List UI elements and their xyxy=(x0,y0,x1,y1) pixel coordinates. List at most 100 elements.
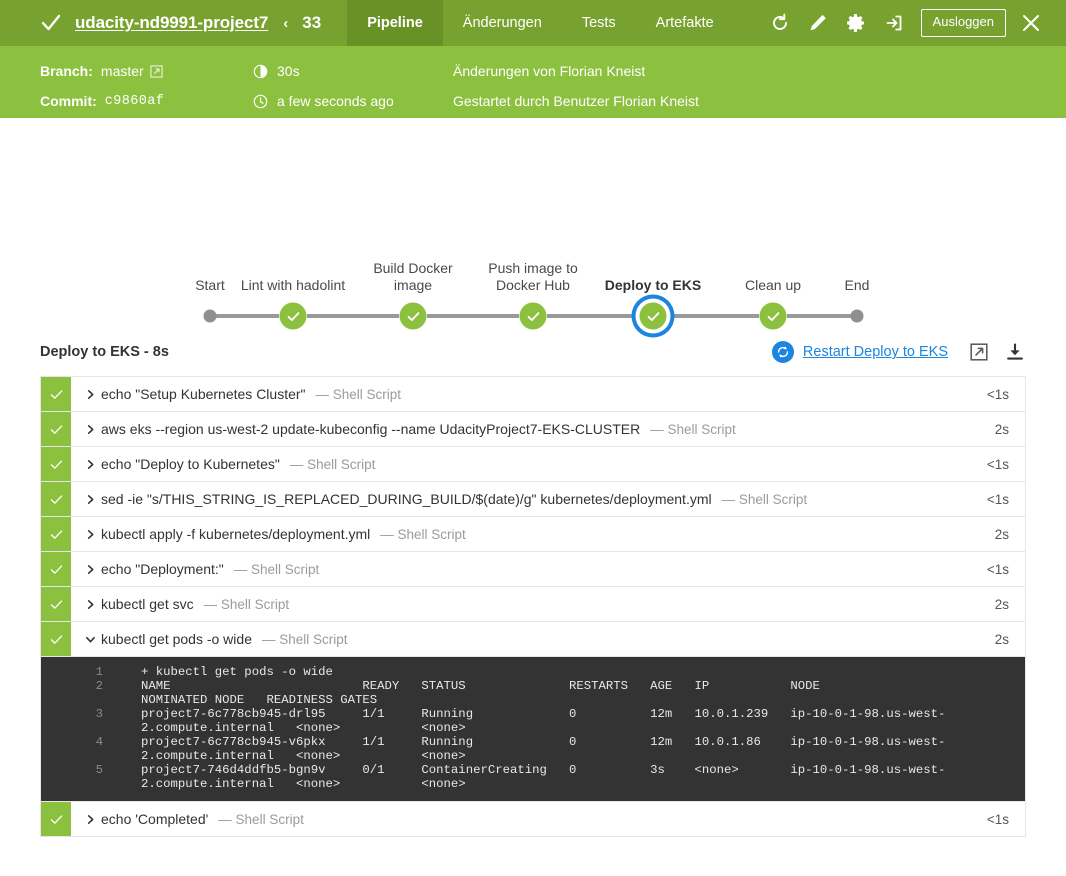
console-line-text: + kubectl get pods -o wide xyxy=(141,665,333,679)
run-meta-row-commit: Commit: c9860af a few seconds ago Gestar… xyxy=(40,86,1066,116)
step-type-label: — Shell Script xyxy=(261,631,348,647)
step-body[interactable]: echo "Setup Kubernetes Cluster" — Shell S… xyxy=(71,377,977,411)
started-by-text: Gestartet durch Benutzer Florian Kneist xyxy=(453,93,699,109)
chevron-right-icon[interactable] xyxy=(85,389,101,400)
step-command: kubectl get pods -o wide xyxy=(101,631,252,647)
close-icon[interactable] xyxy=(1012,0,1050,46)
stage-steps-section: Deploy to EKS - 8s Restart Deploy to EKS xyxy=(0,336,1066,837)
chevron-right-icon[interactable] xyxy=(85,599,101,610)
graph-node-stage[interactable] xyxy=(279,302,307,330)
top-bar: udacity-nd9991-project7 ‹ 33 Pipeline Än… xyxy=(0,0,1066,46)
step-command: sed -ie "s/THIS_STRING_IS_REPLACED_DURIN… xyxy=(101,491,712,507)
step-row[interactable]: kubectl get pods -o wide — Shell Script 2s xyxy=(41,621,1025,656)
tab-bar: Pipeline Änderungen Tests Artefakte xyxy=(347,0,734,46)
edit-icon[interactable] xyxy=(799,0,837,46)
graph-edge xyxy=(216,314,279,318)
gear-icon[interactable] xyxy=(837,0,875,46)
run-title-link[interactable]: udacity-nd9991-project7 xyxy=(75,13,268,33)
step-body[interactable]: echo "Deployment:" — Shell Script xyxy=(71,552,977,586)
step-command: aws eks --region us-west-2 update-kubeco… xyxy=(101,421,641,437)
graph-node-stage[interactable] xyxy=(759,302,787,330)
step-type-label: — Shell Script xyxy=(218,811,304,827)
step-body[interactable]: kubectl get svc — Shell Script xyxy=(71,587,985,621)
console-line-number: 5 xyxy=(95,763,103,777)
console-line-number: 4 xyxy=(95,735,103,749)
step-body[interactable]: aws eks --region us-west-2 update-kubeco… xyxy=(71,412,985,446)
graph-edge xyxy=(427,314,519,318)
duration-icon xyxy=(253,64,268,79)
console-line: 3 project7-6c778cb945-drl95 1/1 Running 0… xyxy=(41,707,1025,735)
step-row[interactable]: echo 'Completed' — Shell Script <1s xyxy=(41,801,1025,836)
step-duration: 2s xyxy=(994,596,1009,612)
graph-node-stage[interactable] xyxy=(399,302,427,330)
download-icon[interactable] xyxy=(1004,341,1026,363)
top-bar-actions: Ausloggen xyxy=(761,0,1066,46)
step-command: kubectl apply -f kubernetes/deployment.y… xyxy=(101,526,371,542)
prev-run-chevron-icon[interactable]: ‹ xyxy=(283,15,288,32)
console-line: 5 project7-746d4ddfb5-bgn9v 0/1 Container… xyxy=(41,763,1025,791)
step-command: echo "Setup Kubernetes Cluster" xyxy=(101,386,306,402)
step-status-check-icon xyxy=(41,587,71,621)
chevron-right-icon[interactable] xyxy=(85,564,101,575)
duration-value: 30s xyxy=(277,63,300,79)
graph-node-stage[interactable] xyxy=(519,302,547,330)
step-body[interactable]: echo "Deploy to Kubernetes" — Shell Scrip… xyxy=(71,447,977,481)
chevron-right-icon[interactable] xyxy=(85,424,101,435)
commit-field: Commit: c9860af xyxy=(40,93,253,109)
console-line-text: project7-6c778cb945-drl95 1/1 Running 0 … xyxy=(141,707,946,735)
step-row[interactable]: echo "Setup Kubernetes Cluster" — Shell S… xyxy=(41,376,1025,411)
step-console-output[interactable]: 1 + kubectl get pods -o wide 2 NAME READY S… xyxy=(41,656,1025,801)
restart-stage-link[interactable]: Restart Deploy to EKS xyxy=(803,344,948,360)
external-link-icon[interactable] xyxy=(968,341,990,363)
rerun-icon[interactable] xyxy=(761,0,799,46)
step-command: echo "Deployment:" xyxy=(101,561,224,577)
step-status-check-icon xyxy=(41,412,71,446)
chevron-right-icon[interactable] xyxy=(85,494,101,505)
step-body[interactable]: echo 'Completed' — Shell Script xyxy=(71,802,977,836)
stage-title: Deploy to EKS - 8s xyxy=(40,344,169,360)
step-status-check-icon xyxy=(41,482,71,516)
tab-changes[interactable]: Änderungen xyxy=(443,0,562,46)
commit-label: Commit: xyxy=(40,93,97,109)
logout-button[interactable]: Ausloggen xyxy=(920,9,1006,37)
commit-value: c9860af xyxy=(104,93,165,109)
graph-edge xyxy=(307,314,399,318)
step-body[interactable]: kubectl apply -f kubernetes/deployment.y… xyxy=(71,517,985,551)
graph-node-stage[interactable] xyxy=(639,302,667,330)
step-row[interactable]: echo "Deployment:" — Shell Script <1s xyxy=(41,551,1025,586)
step-command: echo "Deploy to Kubernetes" xyxy=(101,456,280,472)
clock-icon xyxy=(253,94,268,109)
step-body[interactable]: kubectl get pods -o wide — Shell Script xyxy=(71,622,985,656)
steps-list: echo "Setup Kubernetes Cluster" — Shell S… xyxy=(40,376,1026,837)
restart-icon[interactable] xyxy=(771,341,794,363)
chevron-right-icon[interactable] xyxy=(85,459,101,470)
branch-label: Branch: xyxy=(40,63,93,79)
step-body[interactable]: sed -ie "s/THIS_STRING_IS_REPLACED_DURIN… xyxy=(71,482,977,516)
chevron-right-icon[interactable] xyxy=(85,529,101,540)
step-type-label: — Shell Script xyxy=(233,561,320,577)
graph-edge xyxy=(787,314,851,318)
step-duration: 2s xyxy=(994,631,1009,647)
chevron-down-icon[interactable] xyxy=(85,634,101,645)
stage-steps-header: Deploy to EKS - 8s Restart Deploy to EKS xyxy=(40,336,1026,368)
branch-external-link-icon[interactable] xyxy=(150,64,163,78)
run-number: 33 xyxy=(302,13,322,32)
chevron-right-icon[interactable] xyxy=(85,814,101,825)
branch-field: Branch: master xyxy=(40,63,253,79)
step-row[interactable]: echo "Deploy to Kubernetes" — Shell Scrip… xyxy=(41,446,1025,481)
graph-edge xyxy=(547,314,639,318)
step-duration: <1s xyxy=(986,811,1009,827)
step-row[interactable]: aws eks --region us-west-2 update-kubeco… xyxy=(41,411,1025,446)
tab-pipeline[interactable]: Pipeline xyxy=(347,0,443,46)
tab-artifacts[interactable]: Artefakte xyxy=(636,0,734,46)
logout-arrow-icon[interactable] xyxy=(875,0,913,46)
run-meta-bar: Branch: master 30s Änderungen von Floria… xyxy=(0,46,1066,118)
step-row[interactable]: sed -ie "s/THIS_STRING_IS_REPLACED_DURIN… xyxy=(41,481,1025,516)
step-status-check-icon xyxy=(41,447,71,481)
step-row[interactable]: kubectl get svc — Shell Script 2s xyxy=(41,586,1025,621)
stage-header-actions: Restart Deploy to EKS xyxy=(771,341,1026,363)
duration-field: 30s xyxy=(253,63,453,79)
step-row[interactable]: kubectl apply -f kubernetes/deployment.y… xyxy=(41,516,1025,551)
tab-tests[interactable]: Tests xyxy=(562,0,636,46)
step-duration: <1s xyxy=(986,491,1009,507)
